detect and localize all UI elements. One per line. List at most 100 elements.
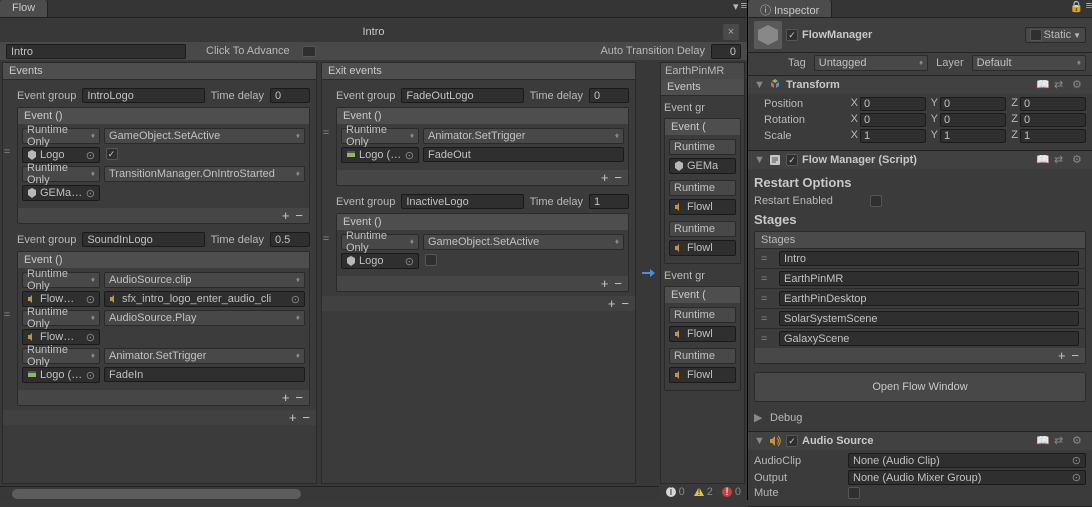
function-dropdown[interactable]: TransitionManager.OnIntroStarted♦: [104, 166, 305, 182]
drag-handle-icon[interactable]: =: [761, 313, 773, 325]
runtime-dropdown[interactable]: Runtime Only♦: [22, 272, 100, 288]
remove-group-button[interactable]: −: [302, 412, 310, 423]
runtime-dropdown[interactable]: Runtime: [669, 180, 736, 196]
function-dropdown[interactable]: GameObject.SetActive♦: [104, 128, 305, 144]
click-advance-checkbox[interactable]: [302, 46, 316, 57]
target-object-field[interactable]: Logo (Ani⊙: [22, 367, 100, 383]
drag-handle-icon[interactable]: =: [322, 80, 330, 186]
target-object-field[interactable]: Flowl: [669, 326, 736, 342]
component-enabled-checkbox[interactable]: [786, 435, 798, 447]
function-dropdown[interactable]: Animator.SetTrigger♦: [104, 348, 305, 364]
runtime-dropdown[interactable]: Runtime: [669, 221, 736, 237]
stage-name-input[interactable]: SolarSystemScene: [779, 311, 1079, 326]
active-checkbox[interactable]: [786, 29, 798, 41]
help-icon[interactable]: 📖: [1036, 153, 1050, 167]
param-object-field[interactable]: sfx_intro_logo_enter_audio_cli⊙: [104, 291, 305, 307]
target-object-field[interactable]: Logo⊙: [22, 147, 100, 163]
panel-menu-icon[interactable]: ≡: [1086, 0, 1092, 13]
remove-event-button[interactable]: −: [295, 392, 303, 403]
drag-handle-icon[interactable]: =: [761, 293, 773, 305]
stage-name-input[interactable]: GalaxyScene: [779, 331, 1079, 346]
target-object-field[interactable]: Flowl: [669, 240, 736, 256]
runtime-dropdown[interactable]: Runtime: [669, 307, 736, 323]
target-object-field[interactable]: Flowl: [669, 199, 736, 215]
pos-x-input[interactable]: 0: [860, 97, 926, 111]
mute-checkbox[interactable]: [848, 487, 860, 499]
info-badge[interactable]: i0: [665, 486, 685, 498]
foldout-icon[interactable]: ▼: [754, 79, 764, 91]
tab-inspector[interactable]: ⓘInspector: [748, 0, 832, 17]
scl-y-input[interactable]: 1: [940, 129, 1006, 143]
tag-dropdown[interactable]: Untagged♦: [814, 55, 928, 71]
param-checkbox[interactable]: [106, 148, 118, 160]
open-flow-window-button[interactable]: Open Flow Window: [754, 372, 1086, 402]
drag-handle-icon[interactable]: =: [761, 273, 773, 285]
drag-handle-icon[interactable]: =: [322, 186, 330, 292]
preset-icon[interactable]: ⇄: [1054, 153, 1068, 167]
time-delay-input[interactable]: 1: [589, 194, 629, 209]
gear-icon[interactable]: ⚙: [1072, 78, 1086, 92]
runtime-dropdown[interactable]: Runtime: [669, 139, 736, 155]
tab-flow[interactable]: Flow: [0, 0, 48, 17]
panel-menu-icon[interactable]: ≡: [741, 0, 747, 13]
stage-name-input[interactable]: Intro: [6, 44, 186, 59]
event-group-name-input[interactable]: IntroLogo: [82, 88, 204, 103]
target-object-field[interactable]: GEManage⊙: [22, 185, 100, 201]
help-icon[interactable]: 📖: [1036, 434, 1050, 448]
target-object-field[interactable]: GEMa: [669, 158, 736, 174]
remove-group-button[interactable]: −: [621, 298, 629, 309]
runtime-dropdown[interactable]: Runtime: [669, 348, 736, 364]
add-stage-button[interactable]: +: [1058, 350, 1066, 361]
runtime-dropdown[interactable]: Runtime Only♦: [22, 348, 100, 364]
gear-icon[interactable]: ⚙: [1072, 434, 1086, 448]
drag-handle-icon[interactable]: =: [761, 253, 773, 265]
param-checkbox[interactable]: [425, 254, 437, 266]
runtime-dropdown[interactable]: Runtime Only♦: [22, 310, 100, 326]
add-group-button[interactable]: +: [289, 412, 297, 423]
rot-z-input[interactable]: 0: [1020, 113, 1086, 127]
function-dropdown[interactable]: GameObject.SetActive♦: [423, 234, 624, 250]
foldout-icon[interactable]: ▼: [754, 435, 764, 447]
remove-event-button[interactable]: −: [614, 278, 622, 289]
add-event-button[interactable]: +: [282, 392, 290, 403]
preset-icon[interactable]: ⇄: [1054, 434, 1068, 448]
gameobject-name[interactable]: FlowManager: [802, 29, 872, 41]
output-field[interactable]: None (Audio Mixer Group)⊙: [848, 470, 1086, 485]
drag-handle-icon[interactable]: =: [3, 80, 11, 224]
warning-badge[interactable]: !2: [693, 486, 713, 498]
stage-name-input[interactable]: EarthPinMR: [779, 271, 1079, 286]
component-enabled-checkbox[interactable]: [786, 154, 798, 166]
runtime-dropdown[interactable]: Runtime Only♦: [341, 234, 419, 250]
param-text-input[interactable]: FadeIn: [104, 367, 305, 382]
preset-icon[interactable]: ⇄: [1054, 78, 1068, 92]
rot-y-input[interactable]: 0: [940, 113, 1006, 127]
audioclip-field[interactable]: None (Audio Clip)⊙: [848, 453, 1086, 468]
panel-lock-icon[interactable]: ▾: [733, 0, 739, 13]
target-object-field[interactable]: Logo (Ani⊙: [341, 147, 419, 163]
panel-lock-icon[interactable]: 🔒: [1070, 0, 1084, 13]
remove-stage-button[interactable]: −: [1071, 350, 1079, 361]
target-object-field[interactable]: Logo⊙: [341, 253, 419, 269]
layer-dropdown[interactable]: Default♦: [972, 55, 1086, 71]
add-group-button[interactable]: +: [608, 298, 616, 309]
stage-name-input[interactable]: EarthPinDesktop: [779, 291, 1079, 306]
function-dropdown[interactable]: AudioSource.Play♦: [104, 310, 305, 326]
foldout-icon[interactable]: ▶: [754, 411, 764, 424]
foldout-icon[interactable]: ▼: [754, 154, 764, 166]
error-badge[interactable]: !0: [721, 486, 741, 498]
pos-y-input[interactable]: 0: [940, 97, 1006, 111]
pos-z-input[interactable]: 0: [1020, 97, 1086, 111]
event-group-name-input[interactable]: SoundInLogo: [82, 232, 204, 247]
time-delay-input[interactable]: 0: [270, 88, 310, 103]
horizontal-scrollbar[interactable]: [0, 486, 747, 500]
rot-x-input[interactable]: 0: [860, 113, 926, 127]
static-checkbox[interactable]: [1030, 29, 1042, 41]
target-object-field[interactable]: Flowl: [669, 367, 736, 383]
param-text-input[interactable]: FadeOut: [423, 147, 624, 162]
target-object-field[interactable]: FlowMana⊙: [22, 329, 100, 345]
restart-enabled-checkbox[interactable]: [870, 195, 882, 207]
add-event-button[interactable]: +: [601, 278, 609, 289]
runtime-dropdown[interactable]: Runtime Only♦: [22, 166, 100, 182]
time-delay-input[interactable]: 0.5: [270, 232, 310, 247]
gameobject-icon[interactable]: [754, 21, 782, 49]
